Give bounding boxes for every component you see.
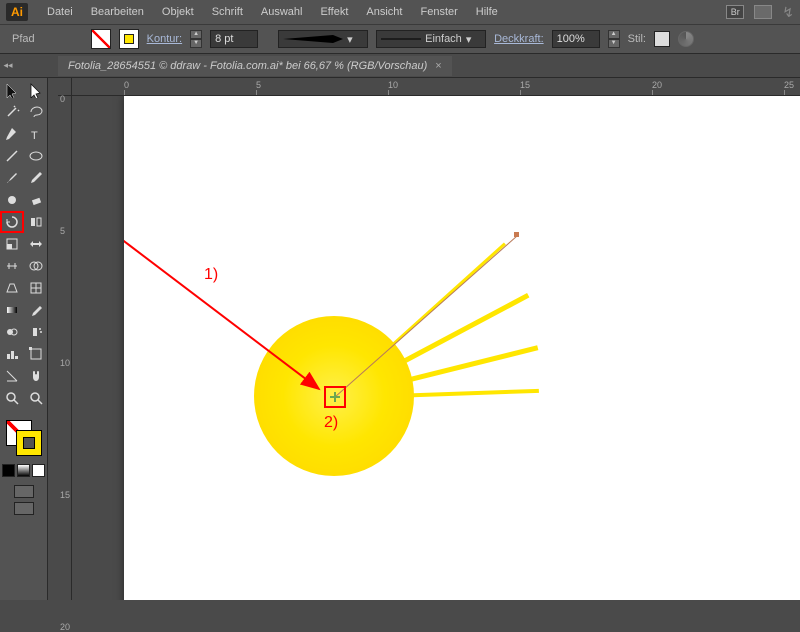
screen-mode-icon-2[interactable] — [14, 502, 34, 515]
tool-blend[interactable] — [1, 322, 23, 342]
stroke-swatch[interactable] — [119, 29, 139, 49]
tools-panel: T — [0, 78, 48, 600]
tool-selection[interactable] — [1, 80, 23, 100]
document-tab-bar: ◂◂ Fotolia_28654551 © ddraw - Fotolia.co… — [0, 54, 800, 78]
tool-type[interactable]: T — [25, 124, 47, 144]
tool-blob[interactable] — [1, 190, 23, 210]
tool-scale[interactable] — [1, 234, 23, 254]
tool-reflect[interactable] — [25, 212, 47, 232]
menu-help[interactable]: Hilfe — [467, 3, 507, 21]
control-bar: Pfad Kontur: ▲▼ 8 pt ▾ Einfach ▾ Deckkra… — [0, 24, 800, 54]
tool-free-transform[interactable] — [25, 234, 47, 254]
tool-rotate[interactable] — [1, 212, 23, 232]
tool-gradient[interactable] — [1, 300, 23, 320]
tool-magic-wand[interactable] — [1, 102, 23, 122]
recolor-icon[interactable] — [678, 31, 694, 47]
menu-edit[interactable]: Bearbeiten — [82, 3, 153, 21]
rotate-center-icon[interactable] — [332, 394, 338, 400]
document-tab[interactable]: Fotolia_28654551 © ddraw - Fotolia.com.a… — [58, 56, 452, 76]
tool-slice[interactable] — [1, 366, 23, 386]
profile-label: Einfach — [425, 33, 462, 45]
stroke-label[interactable]: Kontur: — [147, 33, 182, 45]
annotation-1: 1) — [204, 266, 218, 284]
object-type-label: Pfad — [12, 33, 35, 45]
tool-direct-selection[interactable] — [25, 80, 47, 100]
panel-collapse-icon[interactable]: ◂◂ — [0, 60, 16, 71]
tool-zoom2[interactable] — [25, 388, 47, 408]
tool-pencil[interactable] — [25, 168, 47, 188]
tool-paintbrush[interactable] — [1, 168, 23, 188]
ruler-vertical[interactable]: 05101520 — [58, 96, 72, 600]
stroke-color[interactable] — [16, 430, 42, 456]
tool-eraser[interactable] — [25, 190, 47, 210]
menu-window[interactable]: Fenster — [411, 3, 466, 21]
app-logo: Ai — [6, 3, 28, 21]
tool-perspective[interactable] — [1, 278, 23, 298]
menu-object[interactable]: Objekt — [153, 3, 203, 21]
tool-ellipse[interactable] — [25, 146, 47, 166]
ruler-horizontal[interactable]: 0510152025 — [72, 78, 800, 96]
tool-symbol-sprayer[interactable] — [25, 322, 47, 342]
fill-swatch[interactable] — [91, 29, 111, 49]
menu-select[interactable]: Auswahl — [252, 3, 312, 21]
chevron-down-icon: ▾ — [466, 33, 472, 46]
annotation-2: 2) — [324, 414, 338, 432]
tool-lasso[interactable] — [25, 102, 47, 122]
tool-width[interactable] — [1, 256, 23, 276]
color-mode-icon[interactable] — [2, 464, 15, 477]
screen-mode-icon[interactable] — [14, 485, 34, 498]
opacity-label[interactable]: Deckkraft: — [494, 33, 544, 45]
canvas[interactable]: 1) 2) — [72, 96, 800, 600]
document-tab-title: Fotolia_28654551 © ddraw - Fotolia.com.a… — [68, 60, 427, 72]
menu-view[interactable]: Ansicht — [357, 3, 411, 21]
brush-dropdown[interactable]: ▾ — [278, 30, 368, 48]
tool-shape-builder[interactable] — [25, 256, 47, 276]
stroke-weight-spinner[interactable]: ▲▼ — [190, 30, 202, 48]
style-swatch[interactable] — [654, 31, 670, 47]
chevron-down-icon: ▾ — [347, 33, 353, 46]
tool-column-graph[interactable] — [1, 344, 23, 364]
menu-bar: Ai Datei Bearbeiten Objekt Schrift Auswa… — [0, 0, 800, 24]
tool-eyedropper[interactable] — [25, 300, 47, 320]
artboard[interactable]: 1) 2) — [124, 96, 800, 600]
svg-text:T: T — [31, 130, 38, 142]
gradient-mode-icon[interactable] — [17, 464, 30, 477]
menu-effect[interactable]: Effekt — [311, 3, 357, 21]
style-label: Stil: — [628, 33, 646, 45]
opacity-input[interactable]: 100% — [552, 30, 600, 48]
stroke-weight-input[interactable]: 8 pt — [210, 30, 258, 48]
close-icon[interactable]: × — [435, 60, 441, 72]
tool-mesh[interactable] — [25, 278, 47, 298]
anchor-handle[interactable] — [514, 232, 519, 237]
tool-hand[interactable] — [25, 366, 47, 386]
tool-artboard[interactable] — [25, 344, 47, 364]
arrange-icon[interactable] — [754, 5, 772, 19]
workspace: T 0510152025 05101520 — [0, 78, 800, 600]
opacity-spinner[interactable]: ▲▼ — [608, 30, 620, 48]
tool-line[interactable] — [1, 146, 23, 166]
fill-stroke-control[interactable] — [4, 418, 44, 458]
tool-pen[interactable] — [1, 124, 23, 144]
menu-file[interactable]: Datei — [38, 3, 82, 21]
sync-icon[interactable]: ↯ — [782, 4, 794, 21]
menu-type[interactable]: Schrift — [203, 3, 252, 21]
none-mode-icon[interactable] — [32, 464, 45, 477]
bridge-icon[interactable]: Br — [726, 5, 744, 19]
profile-dropdown[interactable]: Einfach ▾ — [376, 30, 486, 48]
tool-zoom[interactable] — [1, 388, 23, 408]
